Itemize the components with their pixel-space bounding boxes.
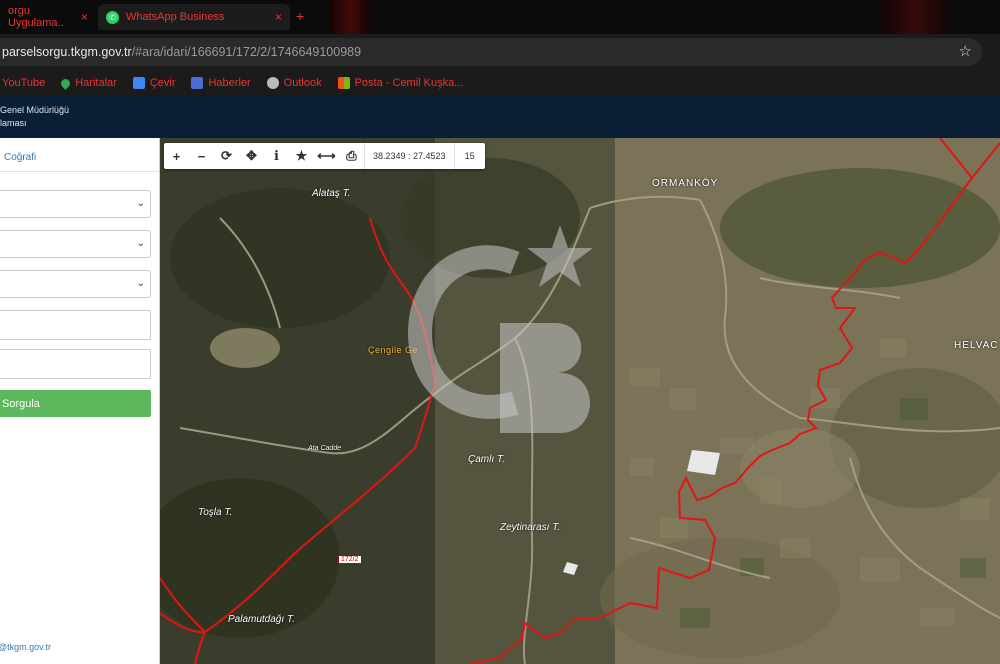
map-label-palamutdagi: Palamutdağı T. <box>228 614 295 625</box>
tab-cografi[interactable]: Coğrafi <box>0 138 159 172</box>
province-select[interactable]: ⌄ <box>0 190 151 218</box>
bookmark-label: Çevir <box>149 77 176 89</box>
query-sidebar: Coğrafi ⌄ ⌄ ⌄ Sorgula @tkgm.gov.tr <box>0 138 160 664</box>
locate-icon[interactable]: ✥ <box>239 143 264 169</box>
map-label-alatas: Alataş T. <box>312 188 351 199</box>
chevron-down-icon: ⌄ <box>136 278 145 289</box>
tab-whatsapp[interactable]: ✆ WhatsApp Business × <box>98 4 290 30</box>
site-title-line2: laması <box>0 118 27 128</box>
background-decoration <box>330 0 370 34</box>
favorite-star-icon[interactable]: ★ <box>289 143 314 169</box>
zoom-out-button[interactable]: − <box>189 143 214 169</box>
close-tab-icon[interactable]: × <box>81 10 88 24</box>
map-label-ata-cadde: Ata Cadde <box>308 445 342 452</box>
url-host: parselsorgu.tkgm.gov.tr <box>2 45 132 59</box>
map-label-tosla: Toşla T. <box>198 507 233 518</box>
print-icon[interactable]: ⎙ <box>339 143 364 169</box>
parcel-marker[interactable]: 172/2 <box>338 555 362 564</box>
bookmarks-bar: YouTube Haritalar Çevir Haberler Outlook… <box>0 70 1000 96</box>
tab-label: Coğrafi <box>4 152 37 163</box>
new-tab-button[interactable]: + <box>296 8 304 24</box>
translate-icon <box>132 77 145 89</box>
district-select[interactable]: ⌄ <box>0 230 151 258</box>
zoom-in-button[interactable]: + <box>164 143 189 169</box>
bookmark-star-icon[interactable]: ☆ <box>959 42 972 60</box>
watermark-logo <box>407 225 593 433</box>
contact-email-link[interactable]: @tkgm.gov.tr <box>0 642 51 652</box>
coordinate-readout: 38.2349 : 27.4523 <box>364 143 454 169</box>
bookmark-outlook[interactable]: Outlook <box>266 77 322 89</box>
satellite-map[interactable]: + − ⟳ ✥ i ★ ⟷ ⎙ 38.2349 : 27.4523 15 Ala… <box>160 138 1000 664</box>
chevron-down-icon: ⌄ <box>136 198 145 209</box>
bookmark-label: Posta - Cemil Kuşka... <box>354 77 464 89</box>
neighborhood-select[interactable]: ⌄ <box>0 270 151 298</box>
tab-label: orgu Uygulama.. <box>8 5 64 29</box>
close-tab-icon[interactable]: × <box>275 10 282 24</box>
map-toolbar: + − ⟳ ✥ i ★ ⟷ ⎙ 38.2349 : 27.4523 15 <box>164 143 485 169</box>
tab-label: WhatsApp Business <box>126 11 225 23</box>
background-decoration <box>880 0 950 34</box>
refresh-icon[interactable]: ⟳ <box>214 143 239 169</box>
globe-icon <box>266 77 279 89</box>
maps-pin-icon <box>59 76 73 90</box>
query-button[interactable]: Sorgula <box>0 390 151 417</box>
map-label-helvaci: HELVAC <box>954 340 999 351</box>
browser-toolbar: parselsorgu.tkgm.gov.tr/#ara/idari/16669… <box>0 34 1000 70</box>
microsoft-icon <box>337 77 350 89</box>
bookmark-haritalar[interactable]: Haritalar <box>59 76 117 90</box>
browser-tab-strip: orgu Uygulama.. × ✆ WhatsApp Business × … <box>0 0 1000 34</box>
bookmark-label: Haritalar <box>75 77 117 89</box>
bookmark-label: Haberler <box>208 77 251 89</box>
whatsapp-icon: ✆ <box>106 10 119 24</box>
address-bar[interactable]: parselsorgu.tkgm.gov.tr/#ara/idari/16669… <box>0 38 982 66</box>
map-label-zeytinarasi: Zeytinarası T. <box>500 522 561 533</box>
zoom-level-readout: 15 <box>453 143 485 169</box>
bookmark-posta[interactable]: Posta - Cemil Kuşka... <box>337 77 464 89</box>
block-input[interactable] <box>0 310 151 340</box>
parcel-input[interactable] <box>0 349 151 379</box>
tab-parsel-sorgu[interactable]: orgu Uygulama.. × <box>0 4 96 30</box>
bookmark-label: YouTube <box>2 77 46 89</box>
bookmark-cevir[interactable]: Çevir <box>132 77 176 89</box>
news-icon <box>191 77 204 89</box>
query-button-label: Sorgula <box>2 397 40 410</box>
site-title-line1: Genel Müdürlüğü <box>0 105 70 115</box>
info-icon[interactable]: i <box>264 143 289 169</box>
bookmark-haberler[interactable]: Haberler <box>191 77 251 89</box>
url-path: /#ara/idari/166691/172/2/1746649100989 <box>131 45 362 59</box>
chevron-down-icon: ⌄ <box>136 238 145 249</box>
map-label-camli: Çamlı T. <box>468 454 505 465</box>
measure-icon[interactable]: ⟷ <box>314 143 339 169</box>
map-label-ormankoy: ORMANKÖY <box>652 178 719 189</box>
site-header: Genel Müdürlüğü laması <box>0 96 1000 138</box>
bookmark-label: Outlook <box>283 77 322 89</box>
bookmark-youtube[interactable]: YouTube <box>2 77 45 89</box>
